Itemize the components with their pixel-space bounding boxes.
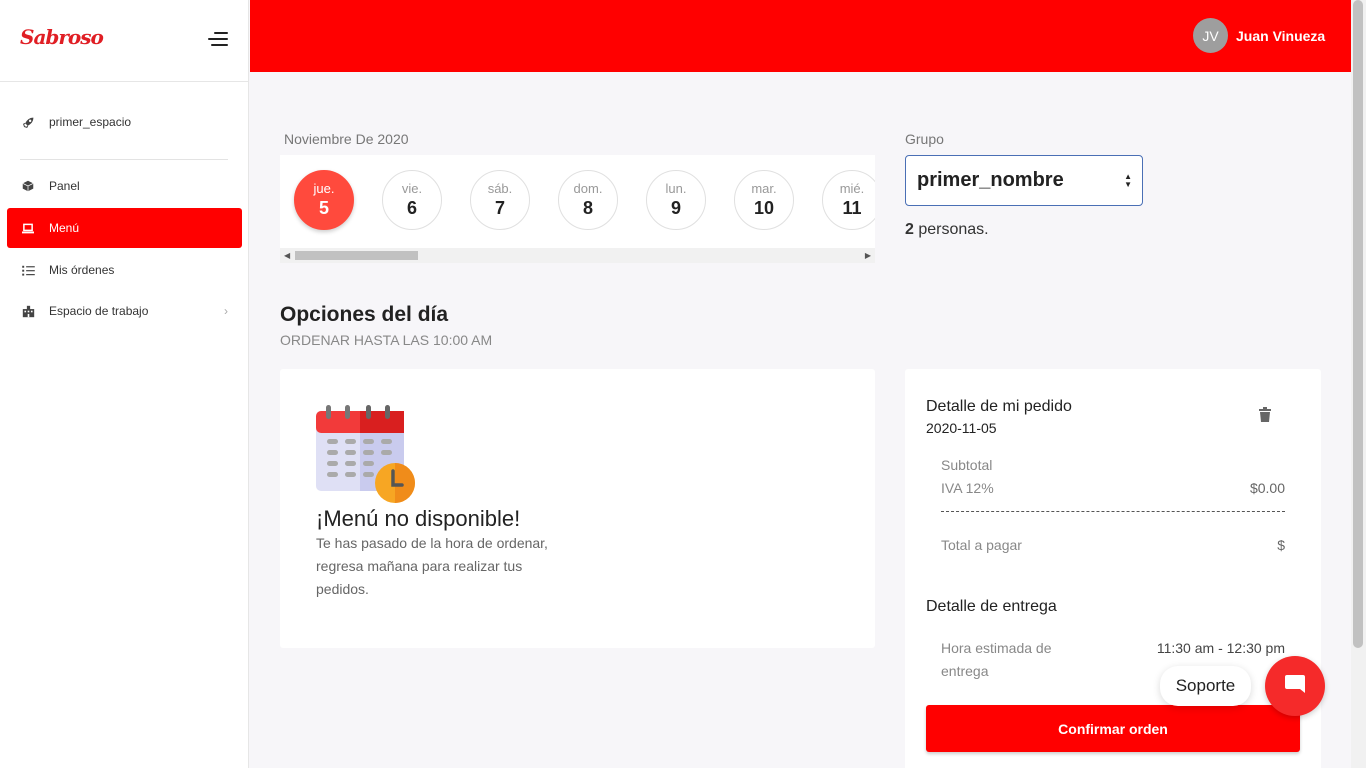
box-icon <box>21 179 35 193</box>
workspace-label: primer_espacio <box>49 115 132 129</box>
delivery-time-label: Hora estimada de entrega <box>941 640 1052 679</box>
chat-button[interactable] <box>1265 656 1325 716</box>
confirm-order-button[interactable]: Confirmar orden <box>926 705 1300 752</box>
group-select-value: primer_nombre <box>917 169 1064 191</box>
delivery-time-value: 11:30 am - 12:30 pm <box>1156 640 1285 656</box>
day-item[interactable]: lun. 9 <box>646 170 706 230</box>
iva-label: IVA 12% <box>941 480 994 496</box>
day-name: mié. <box>839 181 865 196</box>
day-name: vie. <box>401 181 423 196</box>
iva-value: $0.00 <box>1249 480 1285 496</box>
subtotal-label: Subtotal <box>941 457 993 473</box>
order-date: 2020-11-05 <box>926 420 997 436</box>
month-label: Noviembre De 2020 <box>284 131 409 147</box>
iva-row: IVA 12% $0.00 <box>941 480 1285 496</box>
chat-bubble-icon <box>1283 672 1307 701</box>
date-selector: jue. 5 vie. 6 sáb. 7 dom. 8 lun. 9 mar. … <box>280 155 875 263</box>
sidebar-item-mis-ordenes[interactable]: Mis órdenes <box>7 250 242 290</box>
total-value: $ <box>1277 537 1285 553</box>
trash-icon[interactable] <box>1258 407 1272 423</box>
menu-unavailable-title: ¡Menú no disponible! <box>316 506 521 531</box>
calendar-clock-icon <box>315 403 417 503</box>
date-scrollbar-thumb[interactable] <box>295 251 418 260</box>
hamburger-menu-icon[interactable] <box>208 31 228 47</box>
day-name: jue. <box>313 181 335 196</box>
delivery-title: Detalle de entrega <box>926 598 1057 615</box>
day-name: mar. <box>751 181 777 196</box>
select-arrows-icon: ▲ ▼ <box>1124 172 1132 189</box>
order-title: Detalle de mi pedido <box>926 398 1072 415</box>
day-number: 6 <box>406 198 417 218</box>
day-number: 8 <box>582 198 593 218</box>
scroll-right-icon[interactable]: ▶ <box>865 251 871 260</box>
day-item[interactable]: mar. 10 <box>734 170 794 230</box>
support-label[interactable]: Soporte <box>1160 666 1251 706</box>
date-scrollbar[interactable]: ◀ ▶ <box>280 248 875 263</box>
group-select[interactable]: primer_nombre ▲ ▼ <box>905 155 1143 206</box>
people-count-suffix: personas. <box>913 221 989 238</box>
order-detail-card: Detalle de mi pedido 2020-11-05 Subtotal… <box>905 369 1321 768</box>
day-number: 7 <box>494 198 505 218</box>
people-count-number: 2 <box>905 221 914 238</box>
group-label: Grupo <box>905 131 944 147</box>
brand-logo[interactable]: Sabroso <box>20 25 104 49</box>
menu-unavailable-text: Te has pasado de la hora de ordenar, reg… <box>316 535 548 597</box>
avatar[interactable]: JV <box>1193 18 1228 53</box>
rocket-icon <box>21 115 35 129</box>
subtotal-row: Subtotal <box>941 457 1285 473</box>
day-name: sáb. <box>487 181 513 196</box>
sidebar-item-label: Espacio de trabajo <box>49 304 149 318</box>
day-item[interactable]: vie. 6 <box>382 170 442 230</box>
workspace-selector[interactable]: primer_espacio <box>7 102 242 142</box>
chevron-right-icon: › <box>224 304 228 318</box>
day-number: 11 <box>842 198 862 218</box>
sidebar-item-label: Menú <box>49 221 80 235</box>
scrollbar-thumb[interactable] <box>1353 0 1363 648</box>
sidebar: Sabroso primer_espacio Panel Menú Mis ór… <box>0 0 249 768</box>
page-scrollbar[interactable] <box>1351 0 1366 768</box>
top-header: JV Juan Vinueza <box>250 0 1351 72</box>
sidebar-item-espacio-de-trabajo[interactable]: Espacio de trabajo › <box>7 291 242 331</box>
day-name: dom. <box>573 181 603 196</box>
building-icon <box>21 304 35 318</box>
options-subtitle: ORDENAR HASTA LAS 10:00 AM <box>280 332 493 348</box>
laptop-icon <box>21 221 35 235</box>
options-title: Opciones del día <box>280 303 449 326</box>
day-item[interactable]: dom. 8 <box>558 170 618 230</box>
day-number: 5 <box>318 198 329 218</box>
sidebar-item-label: Mis órdenes <box>49 263 115 277</box>
list-icon <box>21 263 35 277</box>
day-item[interactable]: sáb. 7 <box>470 170 530 230</box>
sidebar-divider <box>20 159 228 160</box>
day-number: 9 <box>670 198 681 218</box>
sidebar-brand: Sabroso <box>0 0 248 82</box>
dashed-divider <box>941 511 1285 512</box>
user-name[interactable]: Juan Vinueza <box>1236 28 1325 44</box>
day-item[interactable]: mié. 11 <box>822 170 875 230</box>
total-row: Total a pagar $ <box>941 537 1285 553</box>
total-label: Total a pagar <box>941 537 1022 553</box>
sidebar-item-panel[interactable]: Panel <box>7 166 242 206</box>
day-item-selected[interactable]: jue. 5 <box>294 170 354 230</box>
people-count: 2 personas. <box>905 221 989 239</box>
scroll-left-icon[interactable]: ◀ <box>284 251 290 260</box>
sidebar-item-label: Panel <box>49 179 80 193</box>
day-number: 10 <box>753 198 775 218</box>
sidebar-item-menu[interactable]: Menú <box>7 208 242 248</box>
day-name: lun. <box>665 181 687 196</box>
menu-card: ¡Menú no disponible! Te has pasado de la… <box>280 369 875 648</box>
